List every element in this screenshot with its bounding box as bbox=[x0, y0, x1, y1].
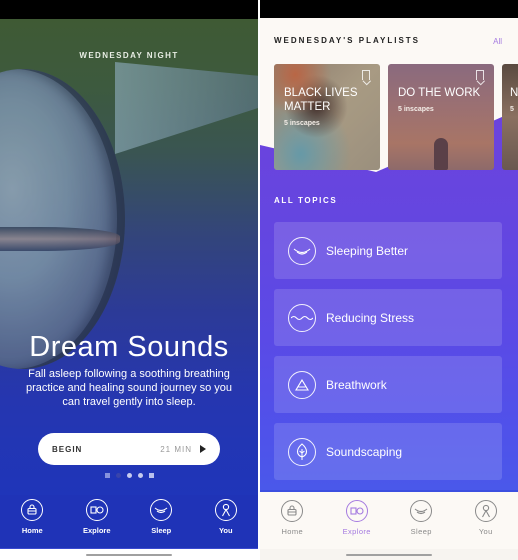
sleep-icon bbox=[410, 500, 433, 522]
pagination-dot[interactable] bbox=[138, 473, 143, 478]
status-bar bbox=[0, 0, 258, 19]
topic-label: Breathwork bbox=[326, 377, 387, 392]
duration-label: 21 MIN bbox=[160, 444, 192, 454]
home-indicator[interactable] bbox=[346, 554, 432, 556]
playlist-count: 5 bbox=[510, 106, 514, 113]
pagination-dot[interactable] bbox=[127, 473, 132, 478]
nav-item-you[interactable]: You bbox=[201, 499, 251, 535]
nav-label: You bbox=[478, 527, 493, 536]
topic-label: Soundscaping bbox=[326, 444, 403, 459]
nav-label: You bbox=[218, 526, 233, 535]
person-silhouette bbox=[434, 138, 448, 170]
crystal-ball-image bbox=[0, 69, 125, 369]
nav-item-explore[interactable]: Explore bbox=[72, 499, 122, 535]
nav-label: Home bbox=[281, 527, 304, 536]
topic-soundscaping[interactable]: Soundscaping bbox=[274, 423, 502, 480]
topics-title: ALL TOPICS bbox=[274, 196, 338, 205]
begin-label: BEGIN bbox=[52, 444, 83, 454]
playlist-count: 5 inscapes bbox=[284, 120, 320, 127]
profile-icon bbox=[474, 500, 497, 522]
nav-label: Sleep bbox=[410, 527, 432, 536]
nav-label: Home bbox=[21, 526, 43, 535]
nav-item-sleep[interactable]: Sleep bbox=[396, 500, 446, 536]
pagination-dots bbox=[105, 473, 154, 478]
topic-sleeping-better[interactable]: Sleeping Better bbox=[274, 222, 502, 279]
explore-icon bbox=[85, 499, 108, 521]
topic-label: Sleeping Better bbox=[326, 243, 409, 258]
nav-label: Explore bbox=[82, 526, 111, 535]
crystal-ball-reflection bbox=[0, 227, 120, 251]
hero-description: Fall asleep following a soothing breathi… bbox=[25, 368, 233, 408]
pagination-dot[interactable] bbox=[105, 473, 110, 478]
sleep-wave-icon bbox=[288, 236, 316, 265]
playlist-count: 5 inscapes bbox=[398, 106, 434, 113]
triangle-icon bbox=[288, 370, 316, 399]
playlist-card[interactable]: BLACK LIVES MATTER 5 inscapes bbox=[274, 64, 380, 170]
nav-item-home[interactable]: Home bbox=[267, 500, 317, 536]
bookmark-icon[interactable] bbox=[476, 70, 484, 80]
hero-title: Dream Sounds bbox=[29, 331, 229, 363]
begin-button[interactable]: BEGIN 21 MIN bbox=[38, 433, 220, 465]
all-playlists-link[interactable]: All bbox=[493, 37, 502, 46]
playlist-title: BLACK LIVES MATTER bbox=[284, 87, 358, 113]
playlist-card[interactable]: DO THE WORK 5 inscapes bbox=[388, 64, 494, 170]
playlist-card[interactable]: N 5 bbox=[502, 64, 518, 170]
sleep-icon bbox=[150, 499, 173, 521]
explore-screen: WEDNESDAY'S PLAYLISTS All BLACK LIVES MA… bbox=[260, 0, 518, 560]
status-bar bbox=[260, 0, 518, 18]
profile-icon bbox=[214, 499, 237, 521]
home-icon bbox=[281, 500, 304, 522]
play-icon bbox=[200, 445, 206, 453]
playlist-title: N bbox=[510, 87, 518, 99]
nav-item-explore[interactable]: Explore bbox=[332, 500, 382, 536]
playlist-title: DO THE WORK bbox=[398, 87, 481, 99]
water-wave-icon bbox=[288, 303, 316, 332]
nav-item-you[interactable]: You bbox=[461, 500, 511, 536]
sleep-screen: WEDNESDAY NIGHT Dream Sounds Fall asleep… bbox=[0, 0, 258, 560]
home-indicator-bar bbox=[260, 549, 518, 560]
home-indicator-bar bbox=[0, 549, 258, 560]
explore-icon bbox=[345, 500, 368, 522]
topic-label: Reducing Stress bbox=[326, 310, 415, 325]
nav-label: Explore bbox=[342, 527, 371, 536]
pagination-dot[interactable] bbox=[149, 473, 154, 478]
playlists-title: WEDNESDAY'S PLAYLISTS bbox=[274, 36, 420, 45]
nav-item-home[interactable]: Home bbox=[7, 499, 57, 535]
nav-item-sleep[interactable]: Sleep bbox=[136, 499, 186, 535]
bottom-nav: Home Explore Sleep You bbox=[0, 495, 258, 549]
topic-reducing-stress[interactable]: Reducing Stress bbox=[274, 289, 502, 346]
home-icon bbox=[21, 499, 44, 521]
home-indicator[interactable] bbox=[86, 554, 172, 556]
bookmark-icon[interactable] bbox=[362, 70, 370, 80]
bottom-nav: Home Explore Sleep You bbox=[260, 490, 518, 549]
hero-label: WEDNESDAY NIGHT bbox=[79, 51, 179, 60]
nav-label: Sleep bbox=[151, 526, 172, 535]
pagination-dot[interactable] bbox=[116, 473, 121, 478]
hero-banner: WEDNESDAY NIGHT Dream Sounds Fall asleep… bbox=[0, 19, 258, 495]
topic-breathwork[interactable]: Breathwork bbox=[274, 356, 502, 413]
light-beam-image bbox=[115, 62, 258, 154]
playlist-image bbox=[502, 64, 518, 170]
leaf-icon bbox=[288, 437, 316, 466]
